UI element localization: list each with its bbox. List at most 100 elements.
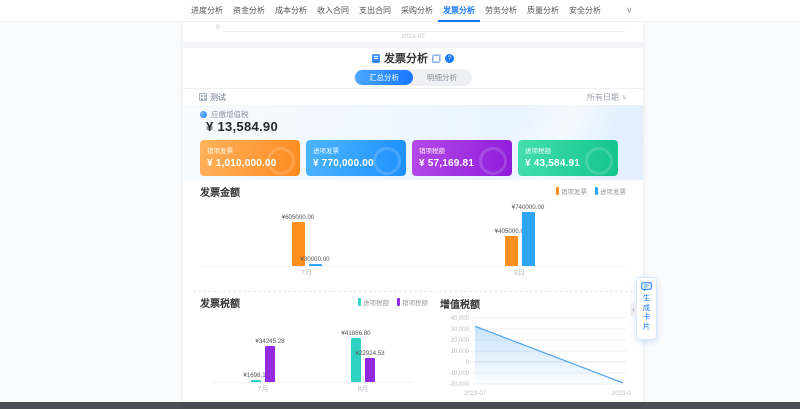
bar-销项发票-8月 [505,236,518,266]
chevron-down-icon[interactable]: ∨ [626,5,633,16]
x-axis-label: 8月 [514,268,525,278]
legend-swatch [595,187,598,195]
blue-dot-icon [200,111,207,118]
nav-tab-1[interactable]: 进度分析 [186,0,228,22]
vat-line-chart-title: 增值税额 [440,296,480,311]
stat-card-label: 销项税额 [419,145,505,155]
nav-tab-7[interactable]: 发票分析 [438,0,480,22]
section-divider [183,42,643,48]
toolbar: 测试 所有日期 ∨ [199,90,627,104]
collapse-handle-icon[interactable]: ‹ [630,303,637,317]
stat-card-value: ¥ 57,169.81 [419,158,505,169]
bar-进项发票-7月 [309,264,322,266]
bar-value-label: ¥30000.00 [300,256,329,263]
bar-group-8月: ¥41886.80¥22924.538月 [351,328,375,382]
bar-wrap: ¥740000.00 [522,202,535,266]
legend-swatch [397,298,400,306]
bar-wrap: ¥1698.11 [251,328,261,382]
stat-card-4[interactable]: 进项税额 ¥ 43,584.91 [518,140,618,176]
previous-chart-remnant: 0 2023-07 [183,22,643,42]
summary-band: 应缴增值税 ¥ 13,584.90 销项发票¥ 1,010,000.00进项发票… [183,105,643,180]
bar-销项税额-7月 [265,346,275,382]
legend-swatch [358,298,361,306]
bar-进项发票-8月 [522,212,535,266]
bar-group-7月: ¥605000.00¥30000.007月 [292,202,322,266]
view-tabs: 汇总分析明细分析 [354,69,472,86]
bar-wrap: ¥30000.00 [309,202,322,266]
legend-swatch [556,187,559,195]
vat-line-chart: 40,000 30,000 20,000 10,000 0 -10,000 -20,000 2… [443,310,631,400]
legend-item[interactable]: 销项税额 [397,297,428,307]
nav-tab-3[interactable]: 成本分析 [270,0,312,22]
axis-zero-label: 0 [216,24,220,31]
bar-wrap: ¥405000.00 [505,202,518,266]
view-tab-1[interactable]: 汇总分析 [355,70,413,85]
legend-item[interactable]: 销项发票 [556,186,587,196]
stat-card-1[interactable]: 销项发票¥ 1,010,000.00 [200,140,300,176]
bar-wrap: ¥22924.53 [365,328,375,382]
y-tick-label: 40,000 [451,316,470,322]
floating-widget-label: 生成卡片 [641,294,652,332]
help-icon[interactable]: ? [445,54,454,63]
copy-icon[interactable] [432,54,441,63]
bar-wrap: ¥34245.28 [265,328,275,382]
chart-title: 发票税额 [200,295,240,310]
stat-cards-row: 销项发票¥ 1,010,000.00 进项发票 ¥ 770,000.00 销项税额 ¥ … [200,140,618,176]
vat-value: ¥ 13,584.90 [206,119,278,134]
invoice-icon [372,54,380,63]
stat-card-3[interactable]: 销项税额 ¥ 57,169.81 [412,140,512,176]
invoice-tax-bar-chart: ¥1698.11¥34245.287月¥41886.80¥22924.538月 [213,328,413,383]
y-tick-label: 10,000 [451,349,470,355]
nav-tab-8[interactable]: 劳务分析 [480,0,522,22]
nav-tab-4[interactable]: 收入合同 [312,0,354,22]
legend-label: 进项发票 [600,186,626,196]
stat-card-value: ¥ 43,584.91 [525,158,611,169]
legend: 进项税额销项税额 [358,297,428,307]
chevron-down-icon: ∨ [622,93,627,101]
x-axis-label: 2023-08 [612,391,631,397]
bar-value-label: ¥22924.53 [355,350,384,357]
y-tick-label: 0 [466,360,470,366]
stat-card-value: ¥ 770,000.00 [313,158,399,169]
bar-group-7月: ¥1698.11¥34245.287月 [251,328,275,382]
project-selector[interactable]: 测试 [199,92,226,103]
date-filter-label: 所有日期 [587,92,619,103]
y-tick-label: 20,000 [451,338,470,344]
content-card: 0 2023-07 发票分析 ? 汇总分析明细分析 测试 所有日期 ∨ [183,22,643,402]
invoice-amount-header: 发票金额 销项发票进项发票 [200,184,626,198]
legend-item[interactable]: 进项税额 [358,297,389,307]
y-tick-label: 30,000 [451,327,470,333]
view-tab-2[interactable]: 明细分析 [413,70,471,85]
y-tick-label: -10,000 [449,371,470,377]
nav-tab-5[interactable]: 支出合同 [354,0,396,22]
stat-card-value: ¥ 1,010,000.00 [207,158,293,169]
page-title-row: 发票分析 ? [183,50,643,66]
x-axis-label: 7月 [258,384,269,394]
taskbar-strip [0,402,800,409]
nav-tab-2[interactable]: 资金分析 [228,0,270,22]
invoice-amount-bar-chart: ¥605000.00¥30000.007月 ¥405000.00 ¥740000.0… [200,202,626,267]
floating-card-widget[interactable]: ‹ 生成卡片 [636,277,657,340]
date-filter-dropdown[interactable]: 所有日期 ∨ [587,92,627,103]
page: 进度分析资金分析成本分析收入合同支出合同采购分析发票分析劳务分析质量分析安全分析… [0,0,800,409]
y-tick-label: -20,000 [449,382,470,388]
card-chat-icon [641,282,652,292]
dashed-divider [193,291,633,292]
x-axis-label: 7月 [301,268,312,278]
stat-card-2[interactable]: 进项发票 ¥ 770,000.00 [306,140,406,176]
divider [183,88,643,89]
nav-tab-9[interactable]: 质量分析 [522,0,564,22]
nav-tab-10[interactable]: 安全分析 [564,0,606,22]
bar-group-8月: ¥405000.00¥740000.008月 [505,202,535,266]
axis-gridline [223,31,625,32]
bar-value-label: ¥34245.28 [255,338,284,345]
legend-label: 销项发票 [561,186,587,196]
nav-tab-6[interactable]: 采购分析 [396,0,438,22]
project-label: 测试 [210,92,226,103]
nav-tabs: 进度分析资金分析成本分析收入合同支出合同采购分析发票分析劳务分析质量分析安全分析 [186,0,606,22]
stat-card-label: 进项发票 [313,145,399,155]
legend-item[interactable]: 进项发票 [595,186,626,196]
x-axis-label: 2023-07 [464,391,487,397]
axis-x-label: 2023-07 [183,33,643,40]
stat-card-label: 进项税额 [525,145,611,155]
